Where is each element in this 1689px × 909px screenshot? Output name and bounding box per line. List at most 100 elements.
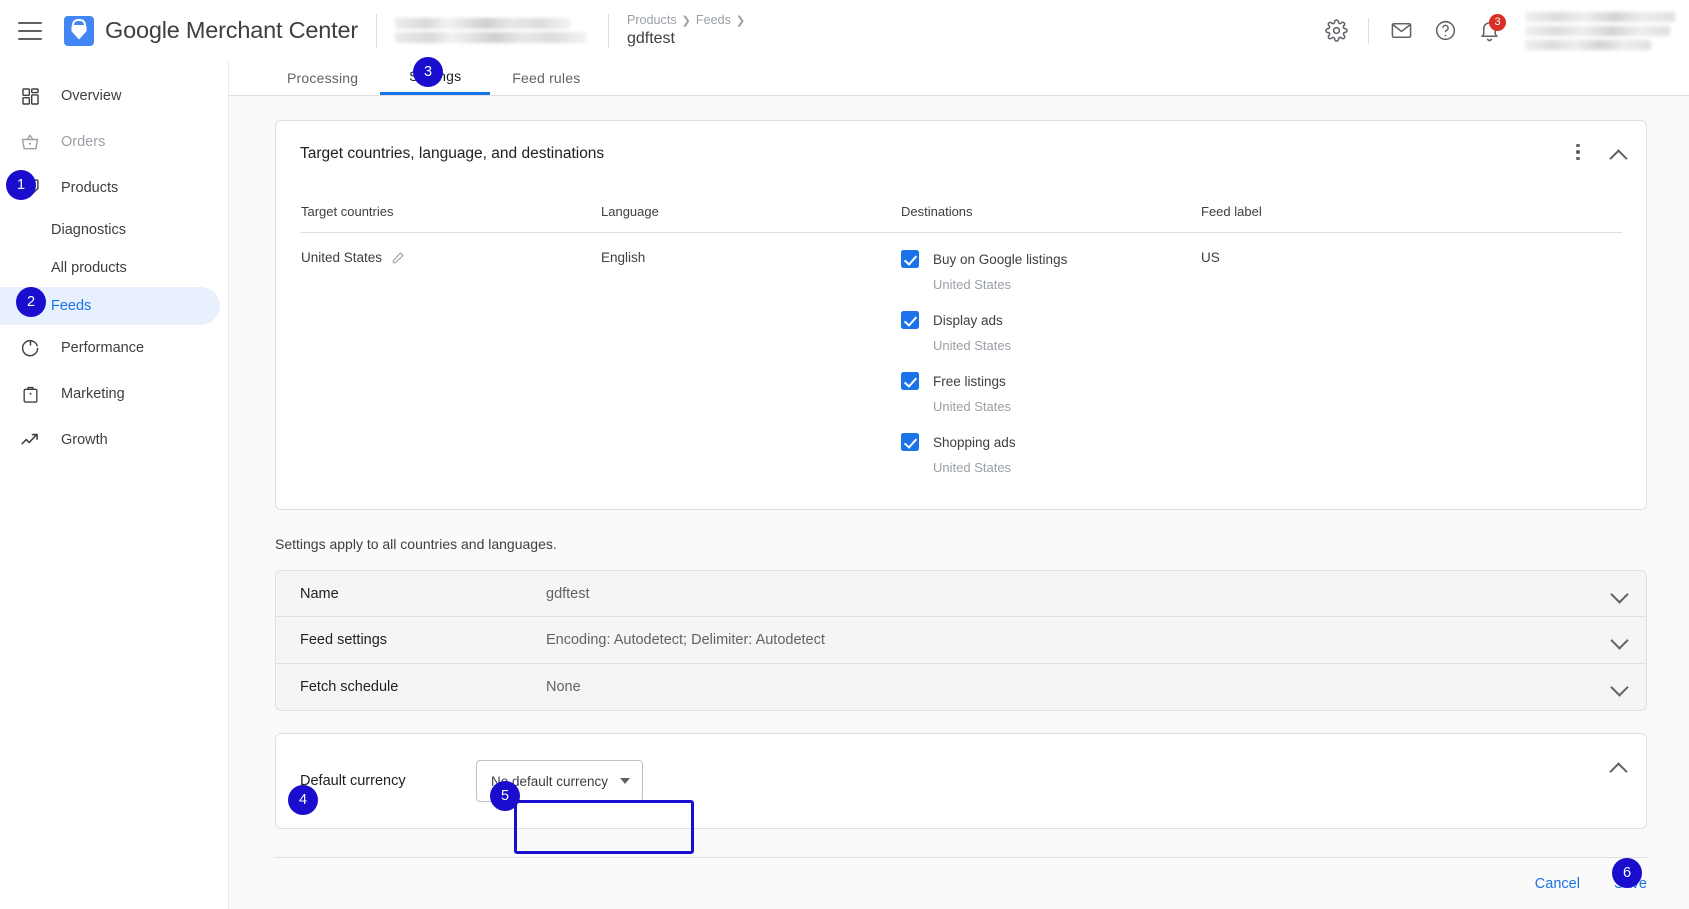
sidebar-item-performance[interactable]: Performance [0,325,220,371]
main-content: Processing Settings Feed rules Target co… [229,61,1689,909]
sidebar-item-orders[interactable]: Orders [0,119,220,165]
pencil-edit-icon[interactable] [391,251,405,265]
chevron-down-icon[interactable] [1610,678,1630,698]
chevron-down-icon[interactable] [1610,631,1630,651]
notification-count-badge: 3 [1489,14,1506,31]
table-row: United States English [300,233,1622,496]
destination-checkbox[interactable] [901,433,919,451]
sidebar-item-all-products[interactable]: All products [0,249,220,287]
column-header-language: Language [600,203,900,233]
setting-key: Fetch schedule [276,679,546,695]
settings-scroll-area: Target countries, language, and destinat… [229,97,1689,909]
sidebar-item-label: Marketing [61,386,125,402]
table-header-row: Target countries Language Destinations F… [300,203,1622,233]
destination-label: Display ads [933,313,1003,328]
sidebar-item-label: Diagnostics [51,222,126,238]
annotation-badge-1: 1 [6,170,36,200]
chevron-up-icon[interactable] [1608,756,1630,778]
gear-icon[interactable] [1314,9,1358,53]
highlight-box-default-currency [514,800,694,854]
column-header-feed-label: Feed label [1200,203,1622,233]
destination-checkbox[interactable] [901,311,919,329]
column-header-target-countries: Target countries [300,203,600,233]
setting-value: gdftest [546,586,590,602]
chevron-right-icon: ❯ [736,14,745,27]
bell-icon[interactable]: 3 [1467,9,1511,53]
brand-google-text: Google [105,17,180,43]
growth-trend-icon [18,428,42,452]
breadcrumb-item-feeds[interactable]: Feeds [696,13,731,27]
destination-sub-label: United States [933,399,1199,414]
setting-row-name[interactable]: Name gdftest [275,570,1647,617]
destination-sub-label: United States [933,277,1199,292]
tab-bar: Processing Settings Feed rules [229,61,1689,96]
destination-label: Shopping ads [933,435,1016,450]
sidebar-item-label: All products [51,260,127,276]
annotation-badge-2: 2 [16,287,46,317]
account-name-redacted [395,16,590,46]
annotation-badge-3: 3 [413,57,443,87]
tab-processing[interactable]: Processing [265,60,380,95]
marketing-bag-icon [18,382,42,406]
card-title: Target countries, language, and destinat… [276,121,1646,163]
setting-row-feed-settings[interactable]: Feed settings Encoding: Autodetect; Deli… [275,617,1647,664]
setting-value: Encoding: Autodetect; Delimiter: Autodet… [546,632,825,648]
divider [1368,18,1369,44]
chevron-down-icon[interactable] [1610,585,1630,605]
sidebar-item-marketing[interactable]: Marketing [0,371,220,417]
cell-language: English [600,233,900,496]
sidebar-item-label: Overview [61,88,121,104]
destination-sub-label: United States [933,460,1199,475]
sidebar-item-overview[interactable]: Overview [0,73,220,119]
sidebar-item-label: Orders [61,134,105,150]
brand-logo-group[interactable]: Google Merchant Center [64,16,358,46]
settings-apply-note: Settings apply to all countries and lang… [275,536,1689,552]
sidebar-item-label: Feeds [51,298,91,314]
destination-item: Buy on Google listings United States [901,250,1199,292]
cell-destinations: Buy on Google listings United States Dis… [900,233,1200,496]
breadcrumb-item-products[interactable]: Products [627,13,677,27]
sidebar-item-growth[interactable]: Growth [0,417,220,463]
cell-target-country: United States [300,233,600,496]
user-account-redacted[interactable] [1525,12,1675,50]
cancel-button[interactable]: Cancel [1535,876,1580,892]
brand-rest-text: Merchant Center [180,17,358,43]
annotation-badge-6: 6 [1612,858,1642,888]
country-value: United States [301,250,382,265]
divider [608,14,609,48]
overview-icon [18,84,42,108]
sidebar-item-diagnostics[interactable]: Diagnostics [0,211,220,249]
destination-checkbox[interactable] [901,372,919,390]
target-countries-card: Target countries, language, and destinat… [275,120,1647,510]
orders-basket-icon [18,130,42,154]
destination-label: Buy on Google listings [933,252,1067,267]
chevron-up-icon[interactable] [1608,143,1630,165]
chevron-right-icon: ❯ [682,14,691,27]
destination-item: Display ads United States [901,311,1199,353]
target-countries-table: Target countries Language Destinations F… [300,203,1622,495]
performance-icon [18,336,42,360]
chevron-down-icon [620,778,630,784]
form-footer-actions: Cancel Save [275,857,1647,909]
cell-feed-label: US [1200,233,1622,496]
destination-sub-label: United States [933,338,1199,353]
setting-key: Name [276,586,546,602]
help-icon[interactable] [1423,9,1467,53]
hamburger-menu-icon[interactable] [18,22,42,40]
destination-checkbox[interactable] [901,250,919,268]
sidebar-item-label: Growth [61,432,108,448]
destination-item: Shopping ads United States [901,433,1199,475]
tab-feed-rules[interactable]: Feed rules [490,60,602,95]
more-vert-icon[interactable] [1566,140,1590,164]
top-app-bar: Google Merchant Center Products ❯ Feeds … [0,0,1689,61]
setting-key: Feed settings [276,632,546,648]
setting-value: None [546,679,581,695]
breadcrumb: Products ❯ Feeds ❯ gdftest [627,13,745,48]
setting-row-fetch-schedule[interactable]: Fetch schedule None [275,664,1647,711]
annotation-badge-4: 4 [288,785,318,815]
column-header-destinations: Destinations [900,203,1200,233]
destination-item: Free listings United States [901,372,1199,414]
mail-icon[interactable] [1379,9,1423,53]
annotation-badge-5: 5 [490,781,520,811]
brand-title: Google Merchant Center [105,17,358,44]
